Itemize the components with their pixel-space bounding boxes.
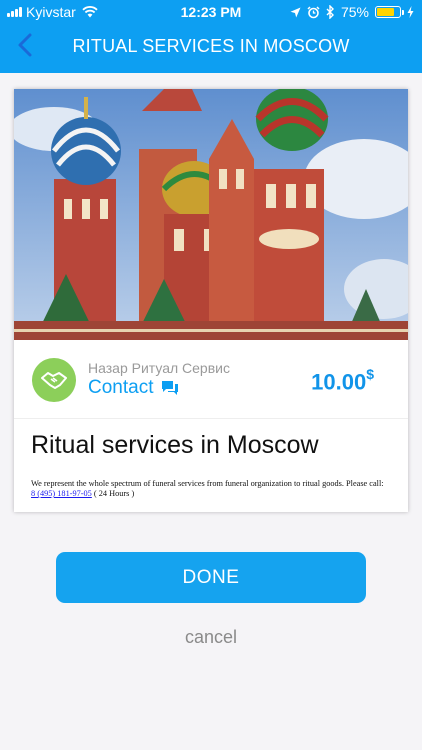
status-bar: Kyivstar 12:23 PM 75% (0, 0, 422, 24)
service-photo (14, 89, 408, 340)
service-card: Назар Ритуал Сервис Contact 10.00$ Ritua… (14, 89, 408, 512)
seller-info: Назар Ритуал Сервис Contact 10.00$ (14, 340, 408, 419)
service-description: We represent the whole spectrum of funer… (31, 479, 403, 499)
app-header: Kyivstar 12:23 PM 75% RITUAL SERVICES IN… (0, 0, 422, 73)
status-right: 75% (290, 4, 414, 20)
page-title: RITUAL SERVICES IN MOSCOW (72, 36, 350, 56)
battery-percent: 75% (340, 4, 369, 20)
hours-text: ( 24 Hours ) (91, 489, 135, 498)
done-button[interactable]: DONE (56, 552, 366, 603)
company-name: Назар Ритуал Сервис (88, 360, 230, 376)
contact-label: Contact (88, 377, 154, 398)
contact-link[interactable]: Contact (88, 377, 179, 399)
handshake-icon (41, 372, 67, 389)
battery-icon (375, 6, 404, 18)
price-value: 10.00 (311, 369, 367, 395)
price: 10.00$ (311, 366, 374, 395)
chat-icon (162, 381, 179, 395)
price-currency: $ (366, 366, 374, 382)
company-avatar (32, 358, 76, 402)
description-text: We represent the whole spectrum of funer… (31, 479, 384, 488)
battery-fill (377, 8, 394, 16)
bluetooth-icon (326, 5, 334, 19)
service-title: Ritual services in Moscow (31, 431, 319, 459)
location-icon (290, 7, 301, 17)
alarm-icon (307, 5, 320, 18)
phone-link[interactable]: 8 (495) 181-97-05 (31, 489, 92, 498)
cancel-button[interactable]: cancel (0, 627, 422, 648)
charging-icon (407, 6, 414, 18)
